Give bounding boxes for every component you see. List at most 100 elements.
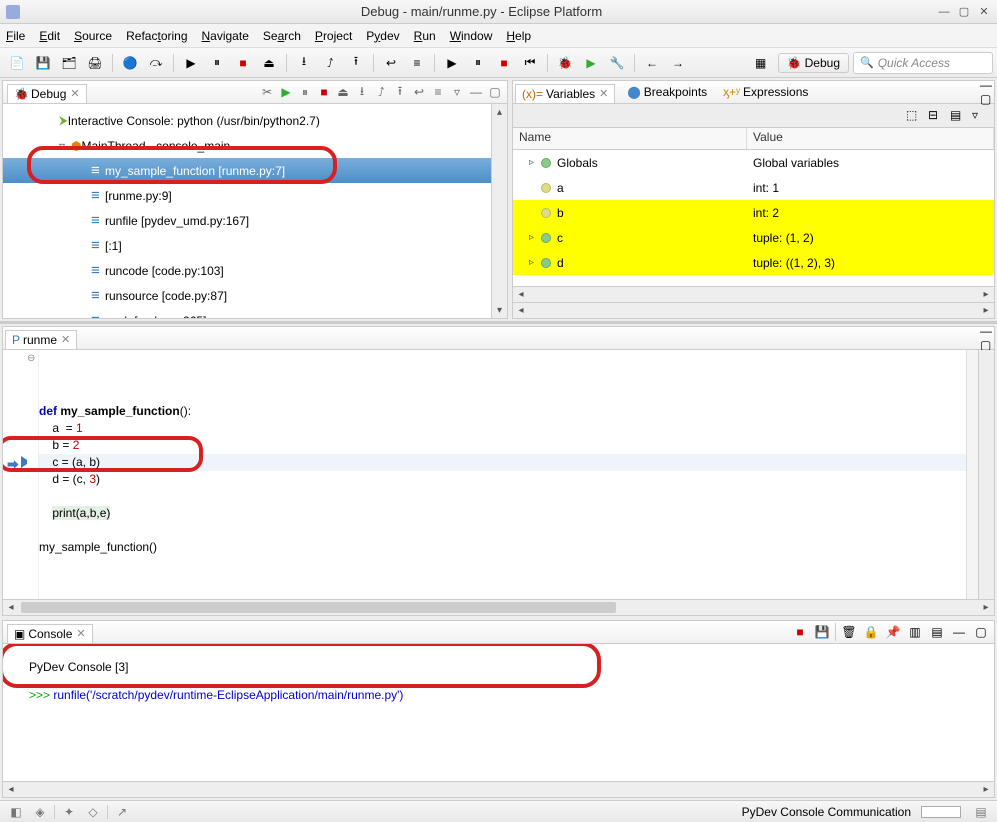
progress-bar[interactable] <box>921 806 961 818</box>
resume-button[interactable]: ▶ <box>179 52 203 74</box>
save-console-button[interactable]: 💾 <box>813 623 831 641</box>
expressions-tab[interactable]: ᶍ+ʸ Expressions <box>715 83 816 101</box>
variable-row[interactable]: ▹GlobalsGlobal variables <box>513 150 994 175</box>
minimize-view-button[interactable]: — <box>468 84 484 100</box>
tree-view-button[interactable]: ▤ <box>950 108 966 124</box>
step-over-button[interactable]: ⭜ <box>373 84 389 100</box>
variables-tab[interactable]: (x)= Variables ✕ <box>515 84 615 103</box>
stop-all-button[interactable]: ■ <box>492 52 516 74</box>
code-line[interactable]: d = (c, 3) <box>39 471 966 488</box>
variable-row[interactable]: aint: 1 <box>513 175 994 200</box>
minimize-view-button[interactable]: — <box>950 623 968 641</box>
menu-refactoring[interactable]: Refactoring <box>126 29 187 43</box>
stack-frame-row[interactable]: runcode [code.py:103] <box>3 258 491 283</box>
editor-tab-runme[interactable]: P runme ✕ <box>5 330 77 349</box>
debug-view-tab[interactable]: 🐞 Debug ✕ <box>7 84 87 103</box>
editor-hscroll[interactable]: ◂▸ <box>2 600 995 616</box>
expand-toggle[interactable]: ▹ <box>529 257 539 268</box>
code-line[interactable] <box>39 522 966 539</box>
status-button[interactable]: ◇ <box>83 804 103 820</box>
step-into-button[interactable]: ⭳ <box>292 52 316 74</box>
suspend-all-button[interactable]: ⏸ <box>466 52 490 74</box>
run-last-button[interactable]: ▶ <box>440 52 464 74</box>
minimize-view-button[interactable]: — <box>980 78 992 92</box>
use-step-filters-button[interactable]: ≡ <box>430 84 446 100</box>
collapse-all-button[interactable]: ⊟ <box>928 108 944 124</box>
editor-gutter[interactable]: ⮕ ⊖ <box>3 350 39 599</box>
debug-dropdown-button[interactable]: 🐞 <box>553 52 577 74</box>
fold-toggle[interactable]: ⊖ <box>27 353 35 364</box>
variable-row[interactable]: bint: 2 <box>513 200 994 225</box>
code-line[interactable]: my_sample_function() <box>39 539 966 556</box>
step-over-button[interactable]: ⭜ <box>318 52 342 74</box>
code-line[interactable]: c = (a, b) <box>39 454 966 471</box>
col-value[interactable]: Value <box>747 128 994 149</box>
status-button[interactable]: ◈ <box>30 804 50 820</box>
status-button[interactable]: ✦ <box>59 804 79 820</box>
open-console-button[interactable]: ▤ <box>928 623 946 641</box>
menu-navigate[interactable]: Navigate <box>202 29 249 43</box>
close-button[interactable]: ✕ <box>977 5 991 19</box>
view-menu-button[interactable]: ▿ <box>449 84 465 100</box>
terminate-console-button[interactable]: ■ <box>791 623 809 641</box>
save-all-button[interactable]: 🗂 <box>57 52 81 74</box>
vars-detail-hscroll[interactable]: ◂▸ <box>512 303 995 319</box>
maximize-view-button[interactable]: ▢ <box>487 84 503 100</box>
step-filter-button[interactable]: ≡ <box>405 52 429 74</box>
step-back-button[interactable]: ⏮ <box>518 52 542 74</box>
expand-toggle[interactable]: ▹ <box>529 157 539 168</box>
suspend-button[interactable]: ⏸ <box>297 84 313 100</box>
drop-frame-button[interactable]: ↩ <box>411 84 427 100</box>
scroll-lock-button[interactable]: 🔒 <box>862 623 880 641</box>
menu-window[interactable]: Window <box>450 29 493 43</box>
vars-rows[interactable]: ▹GlobalsGlobal variables aint: 1 bint: 2… <box>513 150 994 286</box>
code-line[interactable]: a = 1 <box>39 420 966 437</box>
editor-body[interactable]: ⮕ ⊖ def my_sample_function(): a = 1 b = … <box>2 350 995 600</box>
suspend-button[interactable]: ⏸ <box>205 52 229 74</box>
minimize-button[interactable]: — <box>937 5 951 19</box>
disconnect-button[interactable]: ⏏ <box>257 52 281 74</box>
display-console-button[interactable]: ▥ <box>906 623 924 641</box>
stack-frame-row[interactable]: my_sample_function [runme.py:7] <box>3 158 491 183</box>
menu-pydev[interactable]: Pydev <box>366 29 399 43</box>
new-button[interactable]: 📄 <box>5 52 29 74</box>
menu-project[interactable]: Project <box>315 29 352 43</box>
status-button[interactable]: ◧ <box>6 804 26 820</box>
minimize-editor-button[interactable]: — <box>980 324 992 338</box>
maximize-view-button[interactable]: ▢ <box>972 623 990 641</box>
stack-frame-row[interactable]: push [code.py:265] <box>3 308 491 318</box>
nav-fwd-button[interactable]: → <box>666 52 690 74</box>
menu-help[interactable]: Help <box>506 29 531 43</box>
menu-edit[interactable]: Edit <box>39 29 60 43</box>
stack-frame-row[interactable]: ▿⬢ MainThread - console_main <box>3 133 491 158</box>
menu-source[interactable]: Source <box>74 29 112 43</box>
show-type-button[interactable]: ⬚ <box>906 108 922 124</box>
clear-console-button[interactable]: 🗑 <box>840 623 858 641</box>
code-line[interactable]: def my_sample_function(): <box>39 403 966 420</box>
col-name[interactable]: Name <box>513 128 747 149</box>
titlebar[interactable]: Debug - main/runme.py - Eclipse Platform… <box>0 0 997 24</box>
debug-vscroll[interactable]: ▴ ▾ <box>491 104 507 318</box>
debug-stack-tree[interactable]: ⮞ Interactive Console: python (/usr/bin/… <box>3 104 491 318</box>
close-icon[interactable]: ✕ <box>76 627 85 640</box>
expand-toggle[interactable] <box>529 182 539 193</box>
resume-button[interactable]: ▶ <box>278 84 294 100</box>
step-into-button[interactable]: ⭳ <box>354 84 370 100</box>
breakpoint-toggle-button[interactable]: 🔵 <box>118 52 142 74</box>
editor-overview-ruler[interactable] <box>966 350 978 599</box>
nav-back-button[interactable]: ← <box>640 52 664 74</box>
drop-frame-button[interactable]: ↩ <box>379 52 403 74</box>
stack-frame-row[interactable]: [:1] <box>3 233 491 258</box>
step-return-button[interactable]: ⭱ <box>392 84 408 100</box>
stack-frame-row[interactable]: runfile [pydev_umd.py:167] <box>3 208 491 233</box>
console-hscroll[interactable]: ◂▸ <box>2 782 995 798</box>
stack-frame-row[interactable]: [runme.py:9] <box>3 183 491 208</box>
menu-file[interactable]: File <box>6 29 25 43</box>
close-icon[interactable]: ✕ <box>70 87 79 100</box>
expand-toggle[interactable]: ▹ <box>529 232 539 243</box>
open-perspective-button[interactable]: ▦ <box>749 52 773 74</box>
progress-details-button[interactable]: ▤ <box>971 804 991 820</box>
expand-toggle[interactable] <box>529 207 539 218</box>
variable-row[interactable]: ▹ctuple: (1, 2) <box>513 225 994 250</box>
view-menu-button[interactable]: ▿ <box>972 108 988 124</box>
